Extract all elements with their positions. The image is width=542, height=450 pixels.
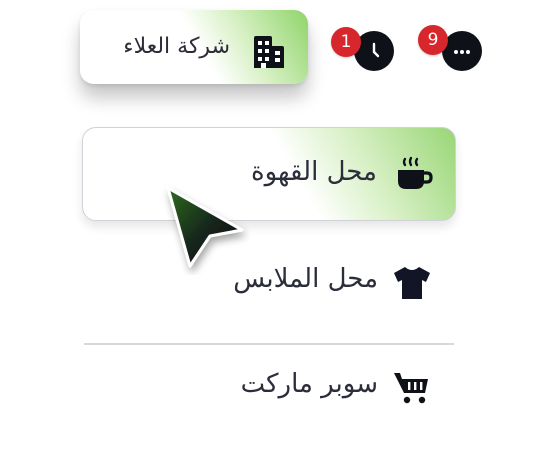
menu-item-label: محل القهوة	[250, 157, 377, 187]
coffee-cup-icon	[398, 156, 433, 189]
company-name: شركة العلاء	[123, 34, 230, 59]
menu-item-clothing-shop[interactable]: محل الملابس	[82, 235, 456, 329]
history-badge: 1	[331, 27, 361, 57]
menu-item-coffee-shop[interactable]: محل القهوة	[82, 127, 456, 221]
menu-item-supermarket[interactable]: سوبر ماركت	[82, 345, 456, 439]
mouse-cursor-icon	[166, 186, 244, 268]
app-screen: شركة العلاء 1 9 محل القهوة محل الملابس س…	[0, 0, 542, 450]
chat-dots-icon	[454, 50, 470, 54]
menu-item-label: سوبر ماركت	[240, 369, 378, 399]
menu-item-label: محل الملابس	[233, 264, 378, 294]
messages-badge: 9	[418, 25, 448, 55]
building-icon	[254, 36, 284, 68]
chat-bubble-icon[interactable]	[442, 31, 482, 71]
company-selector[interactable]: شركة العلاء	[80, 10, 308, 84]
tshirt-icon	[394, 267, 430, 299]
shopping-cart-icon	[394, 373, 428, 404]
